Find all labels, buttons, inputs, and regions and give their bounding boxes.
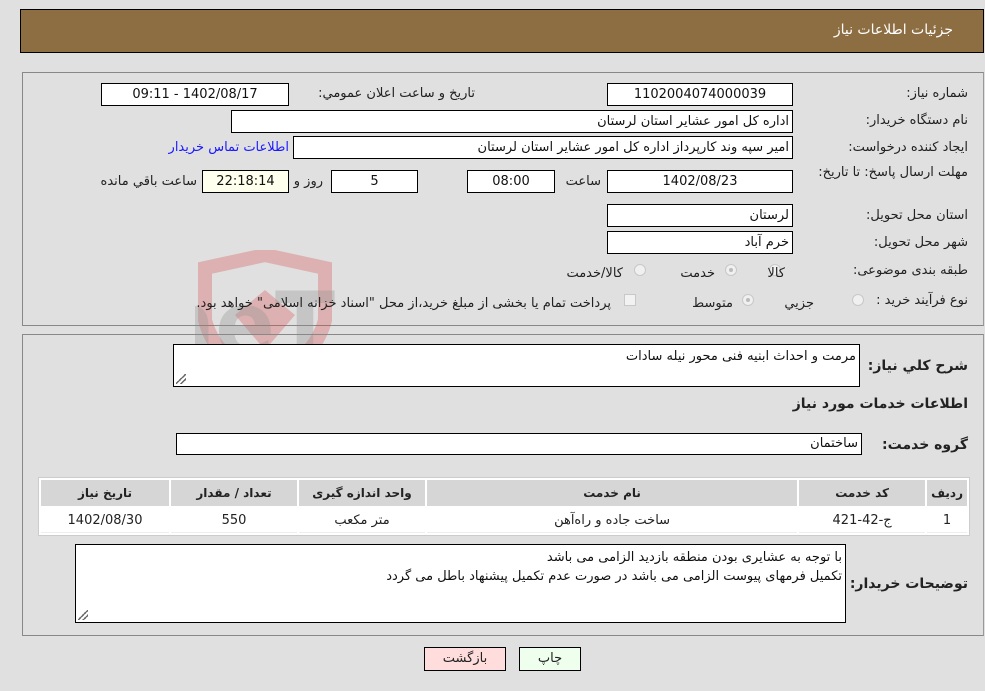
page-title: جزئيات اطلاعات نياز [833, 22, 953, 38]
purchase-option-medium: متوسط [692, 296, 733, 311]
col-need-date: تاريخ نياز [41, 480, 169, 506]
col-unit: واحد اندازه گيری [299, 480, 425, 506]
resize-handle-icon[interactable] [78, 610, 88, 620]
category-option-goods-service: كالا/خدمت [566, 266, 623, 281]
col-service-code: كد خدمت [799, 480, 926, 506]
days-label: روز و [293, 174, 323, 189]
requester-label: ايجاد کننده درخواست: [848, 140, 968, 155]
deadline-time-field: 08:00 [467, 170, 555, 193]
time-remaining-label: ساعت باقي مانده [100, 174, 197, 189]
back-button[interactable]: بازگشت [424, 647, 506, 671]
buyer-org-field: اداره کل امور عشاير استان لرستان [231, 110, 793, 133]
buyer-notes-label: توضيحات خريدار: [849, 576, 968, 592]
resize-handle-icon[interactable] [176, 374, 186, 384]
purchase-type-label: نوع فرآيند خريد : [876, 293, 968, 308]
cell-service-code: ج-42-421 [799, 508, 926, 533]
services-heading: اطلاعات خدمات مورد نياز [792, 396, 968, 412]
buyer-contact-link[interactable]: اطلاعات تماس خريدار [169, 140, 289, 155]
service-group-field: ساختمان [176, 433, 862, 455]
cell-service-name: ساخت جاده و راه‌آهن [427, 508, 798, 533]
delivery-city-field: خرم آباد [607, 231, 793, 254]
need-number-field: 1102004074000039 [607, 83, 793, 106]
summary-label: شرح كلي نياز: [867, 358, 968, 374]
purchase-option-minor: جزيي [784, 296, 814, 311]
purchase-radio-medium[interactable] [742, 294, 754, 306]
cell-row-number: 1 [927, 508, 967, 533]
page-header: جزئيات اطلاعات نياز [20, 9, 984, 53]
need-number-label: شماره نياز: [906, 86, 968, 101]
category-radio-goods-service[interactable] [634, 264, 646, 276]
delivery-city-label: شهر محل تحويل: [873, 235, 968, 250]
category-label: طبقه بندی موضوعی: [852, 263, 968, 278]
col-row-number: رديف [927, 480, 967, 506]
cell-unit: متر مكعب [299, 508, 425, 533]
summary-textarea[interactable]: مرمت و احداث ابنيه فنی محور نيله سادات [173, 344, 860, 387]
buyer-notes-textarea[interactable]: با توجه به عشايری بودن منطقه بازديد الزا… [75, 544, 846, 623]
col-quantity: تعداد / مقدار [171, 480, 297, 506]
deadline-time-label: ساعت [565, 174, 601, 189]
items-table-wrap: رديف كد خدمت نام خدمت واحد اندازه گيری ت… [38, 477, 970, 536]
summary-text: مرمت و احداث ابنيه فنی محور نيله سادات [625, 349, 856, 364]
table-row: 1 ج-42-421 ساخت جاده و راه‌آهن متر مكعب … [41, 508, 967, 533]
table-header-row: رديف كد خدمت نام خدمت واحد اندازه گيری ت… [41, 480, 967, 506]
print-button[interactable]: چاپ [519, 647, 581, 671]
delivery-province-field: لرستان [607, 204, 793, 227]
buyer-org-label: نام دستگاه خريدار: [865, 113, 968, 128]
cell-need-date: 1402/08/30 [41, 508, 169, 533]
days-remaining-field: 5 [331, 170, 418, 193]
treasury-note: پرداخت تمام يا بخشی از مبلغ خريد،از محل … [196, 296, 611, 311]
items-table: رديف كد خدمت نام خدمت واحد اندازه گيری ت… [38, 477, 970, 536]
col-service-name: نام خدمت [427, 480, 798, 506]
service-group-label: گروه خدمت: [882, 437, 968, 453]
cell-quantity: 550 [171, 508, 297, 533]
category-option-goods: كالا [767, 266, 785, 281]
buyer-notes-line-1: با توجه به عشايری بودن منطقه بازديد الزا… [546, 550, 842, 565]
buyer-notes-line-2: تكميل فرمهای پيوست الزامی می باشد در صور… [386, 569, 842, 584]
category-radio-service[interactable] [725, 264, 737, 276]
requester-field: امير سپه وند كارپرداز اداره کل امور عشاي… [293, 136, 793, 159]
deadline-label: مهلت ارسال پاسخ: تا تاريخ: [818, 165, 968, 180]
announce-datetime-label: تاريخ و ساعت اعلان عمومي: [318, 86, 475, 101]
treasury-checkbox[interactable] [624, 294, 636, 306]
purchase-radio-minor[interactable] [852, 294, 864, 306]
deadline-date-field: 1402/08/23 [607, 170, 793, 193]
delivery-province-label: استان محل تحويل: [866, 208, 968, 223]
announce-datetime-field: 1402/08/17 - 09:11 [101, 83, 289, 106]
category-option-service: خدمت [680, 266, 715, 281]
time-remaining-field: 22:18:14 [202, 170, 289, 193]
